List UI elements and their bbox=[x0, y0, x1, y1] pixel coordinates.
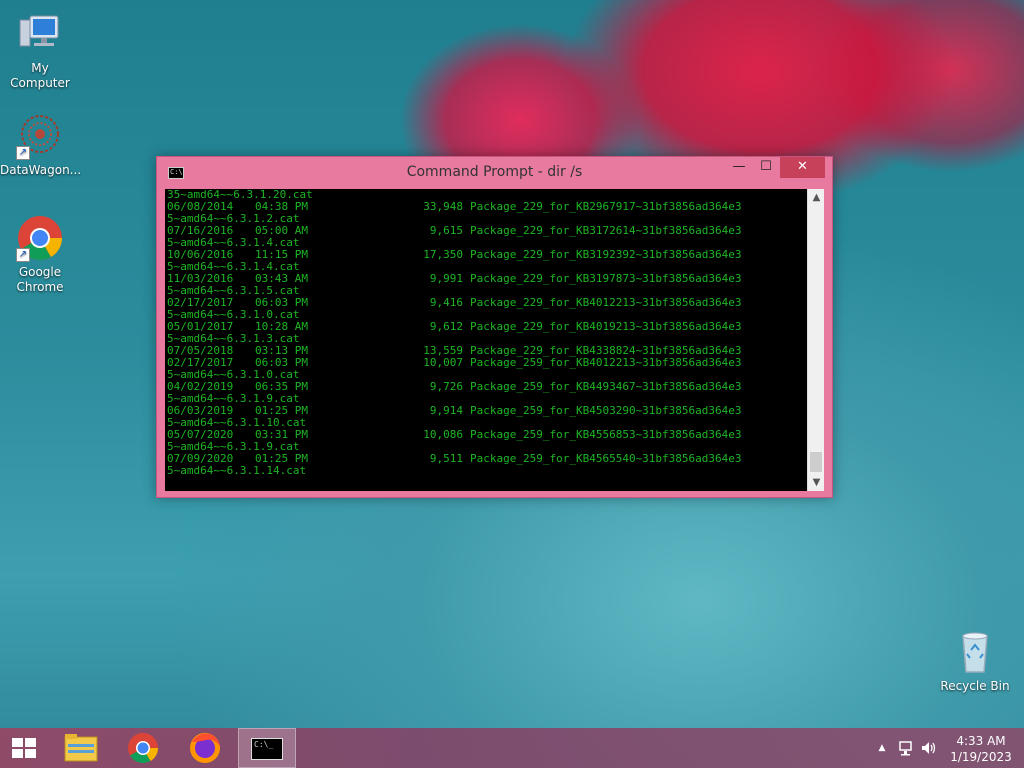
scroll-up-arrow-icon[interactable]: ▲ bbox=[808, 189, 825, 206]
scroll-down-arrow-icon[interactable]: ▼ bbox=[808, 474, 825, 491]
entry-filename: Package_259_for_KB4493467~31bf3856ad364e… bbox=[470, 380, 742, 393]
entry-filename: Package_229_for_KB3172614~31bf3856ad364e… bbox=[470, 224, 742, 237]
clock-time: 4:33 AM bbox=[956, 734, 1006, 748]
entry-filename: Package_259_for_KB4503290~31bf3856ad364e… bbox=[470, 404, 742, 417]
desktop-icon-google-chrome[interactable]: ↗ Google Chrome bbox=[0, 214, 80, 295]
desktop-icon-my-computer[interactable]: My Computer bbox=[0, 10, 80, 91]
console-lines: 35~amd64~~6.3.1.20.cat 06/08/2014 04:38 PM… bbox=[167, 189, 807, 477]
entry-size: 9,991 bbox=[429, 272, 463, 285]
desktop-icon-datawagon[interactable]: ↗ DataWagon... bbox=[0, 112, 82, 178]
show-hidden-icons-button[interactable]: ▲ bbox=[876, 728, 888, 768]
maximize-button[interactable]: ☐ bbox=[753, 157, 779, 178]
entry-size: 9,914 bbox=[429, 404, 463, 417]
entry-filename: Package_259_for_KB4565540~31bf3856ad364e… bbox=[470, 452, 742, 465]
close-button[interactable]: ✕ bbox=[780, 157, 825, 178]
taskbar-firefox[interactable] bbox=[176, 728, 234, 768]
entry-size: 9,511 bbox=[429, 452, 463, 465]
desktop-icon-label: DataWagon... bbox=[0, 163, 82, 177]
system-clock[interactable]: 4:33 AM 1/19/2023 bbox=[946, 733, 1016, 768]
entry-filename: Package_229_for_KB3197873~31bf3856ad364e… bbox=[470, 272, 742, 285]
command-prompt-icon: C:\_ bbox=[251, 738, 283, 760]
taskbar: C:\_ ▲ 4:33 AM 1/19/2023 bbox=[0, 728, 1024, 768]
console-output[interactable]: 35~amd64~~6.3.1.20.cat 06/08/2014 04:38 PM… bbox=[165, 189, 807, 491]
entry-size: 9,612 bbox=[429, 320, 463, 333]
chrome-icon bbox=[128, 733, 158, 764]
entry-filename: Package_229_for_KB4012213~31bf3856ad364e… bbox=[470, 296, 742, 309]
entry-size: 10,007 bbox=[423, 356, 463, 369]
computer-icon bbox=[16, 10, 64, 58]
folder-icon bbox=[64, 734, 98, 762]
recycle-bin-icon bbox=[951, 628, 999, 676]
taskbar-file-explorer[interactable] bbox=[52, 728, 110, 768]
entry-filename: Package_229_for_KB4019213~31bf3856ad364e… bbox=[470, 320, 742, 333]
entry-filename: Package_259_for_KB4556853~31bf3856ad364e… bbox=[470, 428, 742, 441]
desktop-icon-label: Recycle Bin bbox=[940, 679, 1010, 693]
desktop-icon-label: Google Chrome bbox=[16, 265, 64, 294]
entry-size: 9,726 bbox=[429, 380, 463, 393]
entry-filename: Package_229_for_KB3192392~31bf3856ad364e… bbox=[470, 248, 742, 261]
chrome-icon: ↗ bbox=[16, 214, 64, 262]
entry-size: 17,350 bbox=[423, 248, 463, 261]
volume-icon[interactable] bbox=[920, 740, 938, 756]
scrollbar-thumb[interactable] bbox=[810, 452, 822, 472]
console-line: 5~amd64~~6.3.1.14.cat bbox=[167, 465, 807, 477]
network-icon[interactable] bbox=[898, 740, 916, 756]
datawagon-icon: ↗ bbox=[16, 112, 64, 160]
window-titlebar[interactable]: C:\ Command Prompt - dir /s — ☐ ✕ bbox=[157, 157, 832, 189]
entry-filename: Package_229_for_KB2967917~31bf3856ad364e… bbox=[470, 200, 742, 213]
entry-size: 33,948 bbox=[423, 200, 463, 213]
taskbar-google-chrome[interactable] bbox=[114, 728, 172, 768]
entry-size: 9,416 bbox=[429, 296, 463, 309]
console-line-text: 5~amd64~~6.3.1.14.cat bbox=[167, 464, 307, 477]
entry-filename: Package_259_for_KB4012213~31bf3856ad364e… bbox=[470, 356, 742, 369]
desktop-icon-recycle-bin[interactable]: Recycle Bin bbox=[935, 628, 1015, 694]
entry-size: 9,615 bbox=[429, 224, 463, 237]
entry-size: 10,086 bbox=[423, 428, 463, 441]
firefox-icon bbox=[190, 733, 220, 763]
command-prompt-window[interactable]: C:\ Command Prompt - dir /s — ☐ ✕ 35~amd… bbox=[156, 156, 833, 498]
windows-logo-icon bbox=[12, 738, 36, 758]
vertical-scrollbar[interactable]: ▲ ▼ bbox=[807, 189, 824, 491]
desktop-icon-label: My Computer bbox=[10, 61, 70, 90]
minimize-button[interactable]: — bbox=[726, 157, 752, 178]
taskbar-command-prompt[interactable]: C:\_ bbox=[238, 728, 296, 768]
start-button[interactable] bbox=[0, 728, 48, 768]
shortcut-arrow-icon: ↗ bbox=[16, 248, 30, 262]
shortcut-arrow-icon: ↗ bbox=[16, 146, 30, 160]
clock-date: 1/19/2023 bbox=[950, 750, 1012, 764]
